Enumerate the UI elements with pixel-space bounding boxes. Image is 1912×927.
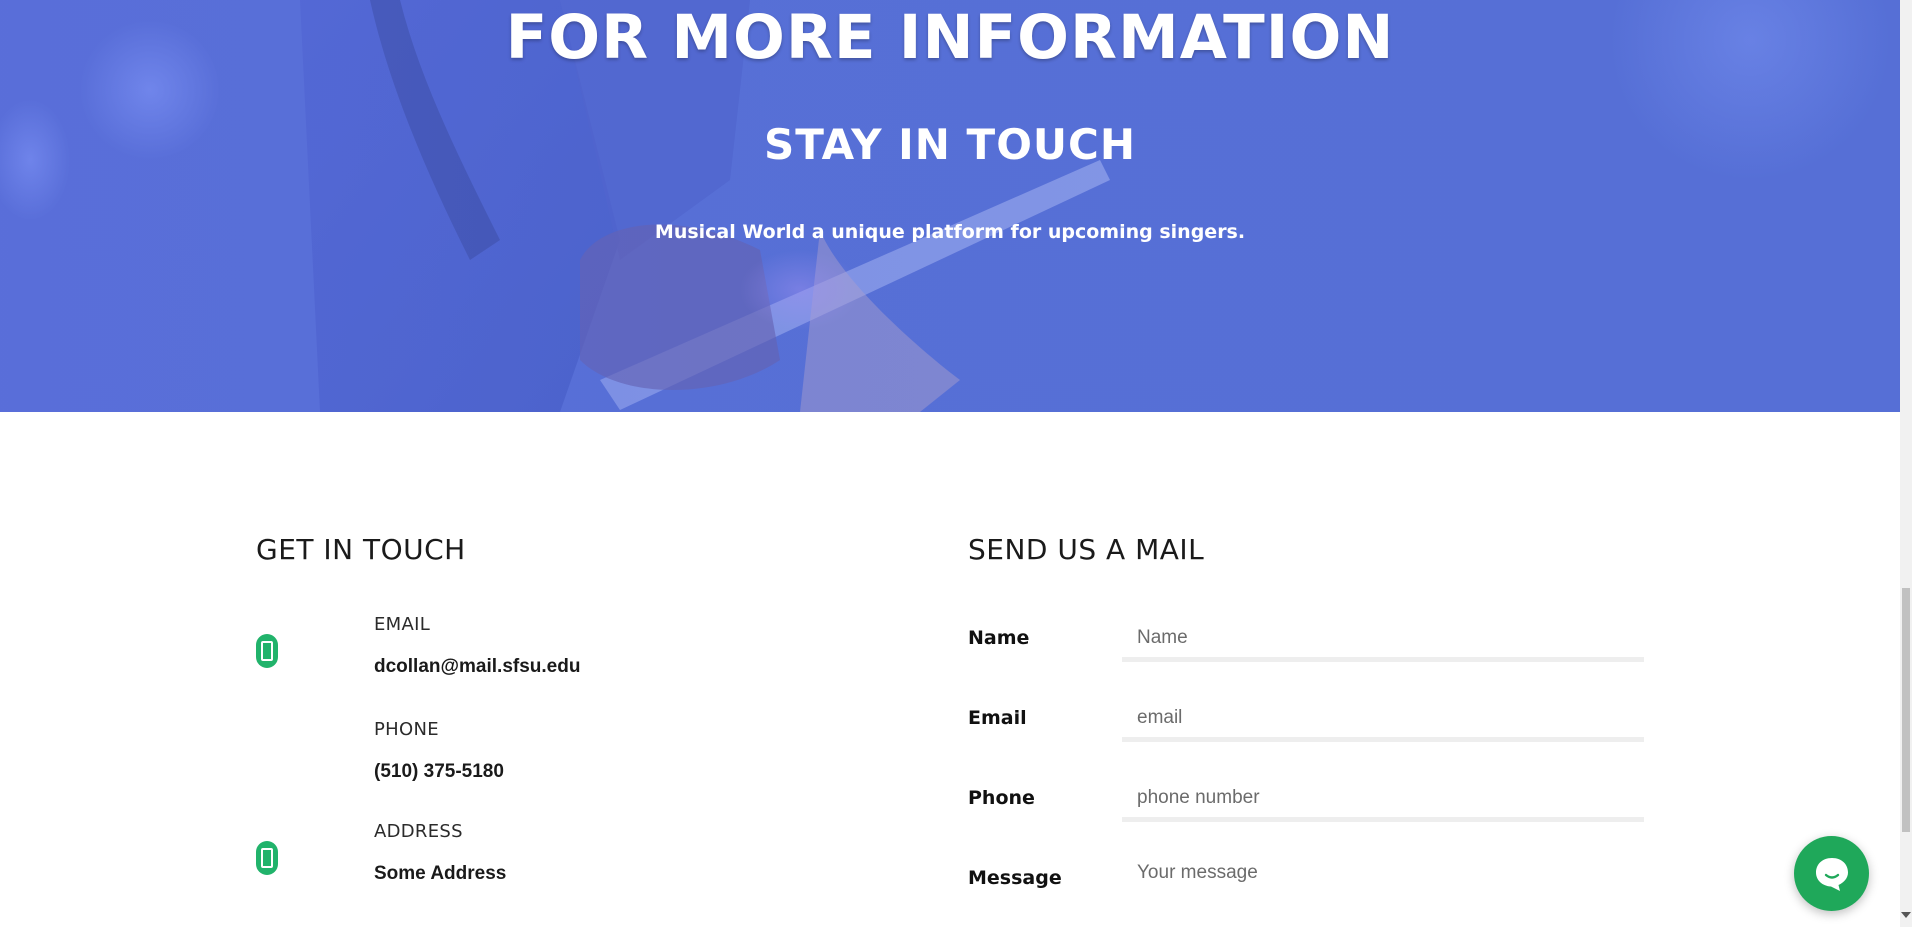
email-label: EMAIL <box>374 614 431 635</box>
message-textarea[interactable] <box>1122 858 1644 927</box>
page-scrollbar[interactable] <box>1900 0 1912 927</box>
scroll-down-arrow-icon[interactable] <box>1901 912 1911 918</box>
chat-bubble-icon <box>1815 857 1848 891</box>
message-label: Message <box>968 867 1062 889</box>
address-label: ADDRESS <box>374 821 463 842</box>
email-input[interactable] <box>1122 698 1644 742</box>
phone-value: (510) 375-5180 <box>374 761 504 782</box>
email-field-label: Email <box>968 707 1027 729</box>
name-label: Name <box>968 627 1030 649</box>
name-input[interactable] <box>1122 618 1644 662</box>
phone-input[interactable] <box>1122 778 1644 822</box>
scrollbar-thumb[interactable] <box>1902 588 1910 832</box>
phone-device-icon <box>256 634 278 668</box>
hero-tagline: Musical World a unique platform for upco… <box>654 221 1246 243</box>
email-link[interactable]: dcollan@mail.sfsu.edu <box>374 656 580 678</box>
hero-title: FOR MORE INFORMATION <box>505 2 1395 73</box>
chat-widget-button[interactable] <box>1794 836 1869 911</box>
address-value: Some Address <box>374 863 507 884</box>
phone-field-label: Phone <box>968 787 1035 809</box>
get-in-touch-heading: GET IN TOUCH <box>256 533 466 566</box>
send-mail-heading: SEND US A MAIL <box>968 533 1205 566</box>
page: FOR MORE INFORMATION STAY IN TOUCH Music… <box>0 0 1912 927</box>
hero-banner: FOR MORE INFORMATION STAY IN TOUCH Music… <box>0 0 1900 412</box>
phone-label: PHONE <box>374 719 439 740</box>
hero-subtitle: STAY IN TOUCH <box>764 120 1136 169</box>
phone-device-icon <box>256 841 278 875</box>
